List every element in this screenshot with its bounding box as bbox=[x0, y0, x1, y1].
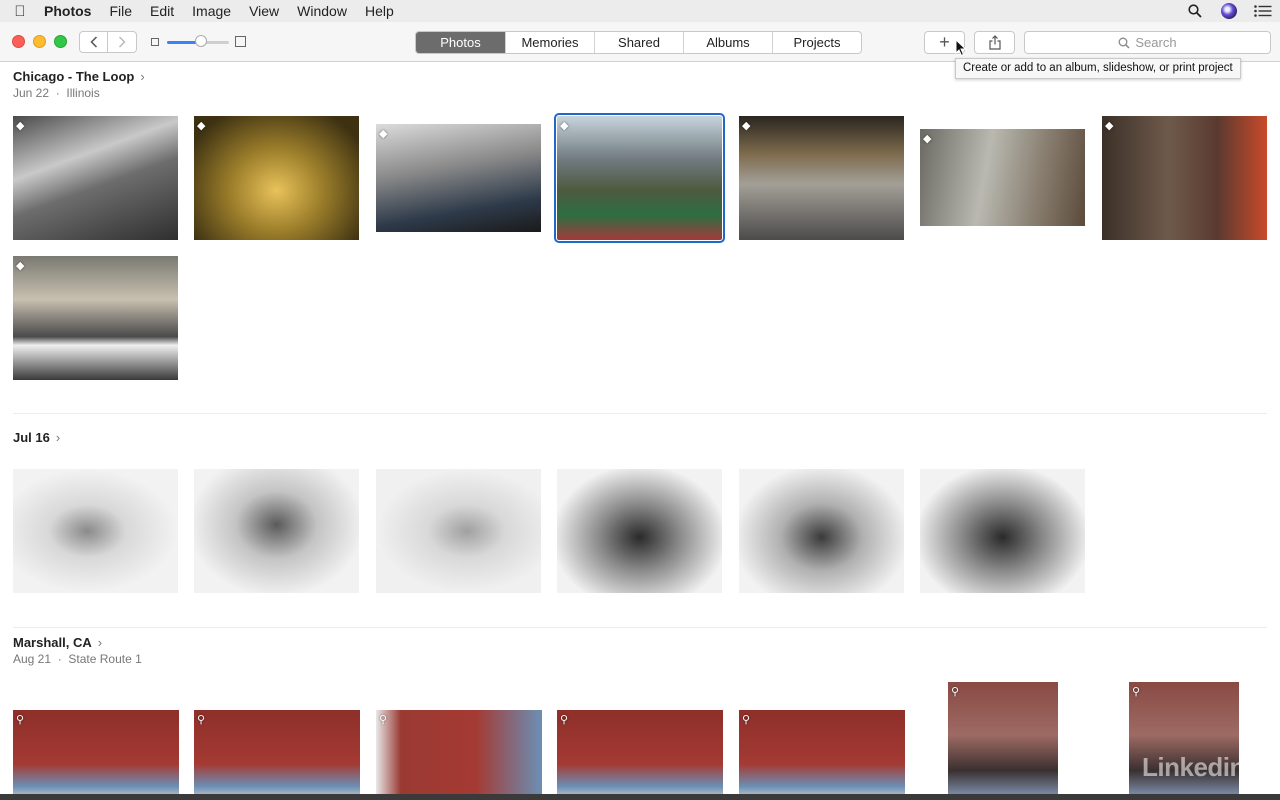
photo-thumbnail[interactable]: ◆ bbox=[739, 116, 904, 240]
photo-thumbnail[interactable]: ◆ bbox=[13, 116, 178, 240]
section-divider bbox=[13, 413, 1267, 414]
menu-bar:  Photos File Edit Image View Window Hel… bbox=[0, 0, 1280, 22]
photo-thumbnail[interactable]: ⚲ bbox=[948, 682, 1058, 794]
favorite-tag-icon: ◆ bbox=[16, 260, 25, 272]
photo-thumbnail[interactable]: ◆ bbox=[194, 116, 359, 240]
slider-knob[interactable] bbox=[195, 35, 208, 47]
large-thumbnail-icon bbox=[235, 36, 246, 47]
favorite-tag-icon: ◆ bbox=[923, 133, 932, 145]
siri-icon[interactable] bbox=[1212, 0, 1246, 22]
photo-thumbnail[interactable] bbox=[13, 469, 178, 593]
back-button[interactable] bbox=[79, 31, 108, 53]
add-button-tooltip: Create or add to an album, slideshow, or… bbox=[955, 58, 1241, 79]
photo-thumbnail[interactable]: ⚲ bbox=[13, 710, 179, 794]
window-bottom-edge bbox=[0, 794, 1280, 800]
photo-thumbnail[interactable]: ◆ bbox=[1102, 116, 1267, 240]
chevron-right-icon bbox=[118, 36, 126, 48]
apple-menu-icon[interactable]:  bbox=[0, 3, 40, 20]
search-input[interactable]: Search bbox=[1024, 31, 1271, 54]
zoom-window-button[interactable] bbox=[54, 35, 67, 48]
section-subtitle-chicago: Jun 22 · Illinois bbox=[13, 86, 100, 100]
location-pin-icon: ⚲ bbox=[197, 714, 206, 726]
menu-window[interactable]: Window bbox=[288, 0, 356, 22]
location-pin-icon: ⚲ bbox=[951, 686, 960, 698]
share-button[interactable] bbox=[974, 31, 1015, 54]
location-pin-icon: ⚲ bbox=[16, 714, 25, 726]
favorite-tag-icon: ◆ bbox=[742, 120, 751, 132]
tab-albums[interactable]: Albums bbox=[683, 32, 772, 53]
photo-thumbnail[interactable]: ⚲ bbox=[557, 710, 723, 794]
linkedin-watermark: Linkedin bbox=[1142, 752, 1245, 782]
plus-icon: + bbox=[939, 32, 950, 52]
photo-thumbnail[interactable]: ⚲ bbox=[376, 710, 542, 794]
menu-image[interactable]: Image bbox=[183, 0, 240, 22]
share-icon bbox=[988, 35, 1001, 50]
favorite-tag-icon: ◆ bbox=[197, 120, 206, 132]
photo-thumbnail[interactable]: ◆ bbox=[920, 129, 1085, 226]
chevron-left-icon bbox=[89, 36, 97, 48]
close-window-button[interactable] bbox=[12, 35, 25, 48]
spotlight-search-icon[interactable] bbox=[1178, 0, 1212, 22]
photo-thumbnail[interactable] bbox=[920, 469, 1085, 593]
chevron-right-icon: › bbox=[140, 69, 145, 84]
location-pin-icon: ⚲ bbox=[1132, 686, 1141, 698]
mouse-cursor-icon bbox=[955, 39, 967, 57]
thumbnail-size-slider[interactable] bbox=[151, 35, 249, 49]
section-subtitle-marshall: Aug 21 · State Route 1 bbox=[13, 652, 142, 666]
menu-file[interactable]: File bbox=[100, 0, 141, 22]
section-divider bbox=[13, 627, 1267, 628]
tab-photos[interactable]: Photos bbox=[416, 32, 505, 53]
minimize-window-button[interactable] bbox=[33, 35, 46, 48]
photo-thumbnail[interactable] bbox=[194, 469, 359, 593]
photo-thumbnail[interactable] bbox=[739, 469, 904, 593]
location-pin-icon: ⚲ bbox=[560, 714, 569, 726]
tab-projects[interactable]: Projects bbox=[772, 32, 861, 53]
photo-thumbnail[interactable] bbox=[557, 469, 722, 593]
search-placeholder: Search bbox=[1135, 35, 1177, 50]
small-thumbnail-icon bbox=[151, 38, 159, 46]
menu-app-name[interactable]: Photos bbox=[40, 0, 100, 22]
favorite-tag-icon: ◆ bbox=[16, 120, 25, 132]
chevron-right-icon: › bbox=[55, 430, 61, 445]
chevron-right-icon: › bbox=[97, 635, 103, 650]
view-tabs: Photos Memories Shared Albums Projects bbox=[415, 31, 862, 54]
search-icon bbox=[1118, 37, 1130, 49]
menu-help[interactable]: Help bbox=[356, 0, 403, 22]
section-title-jul16[interactable]: Jul 16 › bbox=[13, 430, 60, 445]
photo-thumbnail[interactable]: ◆ bbox=[13, 256, 178, 380]
location-pin-icon: ⚲ bbox=[742, 714, 751, 726]
section-title-chicago[interactable]: Chicago - The Loop › bbox=[13, 69, 145, 84]
tab-shared[interactable]: Shared bbox=[594, 32, 683, 53]
favorite-tag-icon: ◆ bbox=[379, 128, 388, 140]
tab-memories[interactable]: Memories bbox=[505, 32, 594, 53]
photo-thumbnail[interactable]: ⚲ bbox=[739, 710, 905, 794]
section-title-marshall[interactable]: Marshall, CA › bbox=[13, 635, 102, 650]
menu-view[interactable]: View bbox=[240, 0, 288, 22]
favorite-tag-icon: ◆ bbox=[1105, 120, 1114, 132]
photo-thumbnail[interactable] bbox=[376, 469, 541, 593]
window-toolbar: Photos Memories Shared Albums Projects +… bbox=[0, 22, 1280, 62]
location-pin-icon: ⚲ bbox=[379, 714, 388, 726]
photo-grid: Chicago - The Loop › Jun 22 · Illinois ◆ … bbox=[0, 63, 1280, 794]
menu-edit[interactable]: Edit bbox=[141, 0, 183, 22]
forward-button[interactable] bbox=[108, 31, 137, 53]
photo-thumbnail-selected[interactable]: ◆ bbox=[554, 113, 725, 243]
photo-thumbnail[interactable]: ◆ bbox=[376, 124, 541, 232]
photo-thumbnail[interactable]: ⚲ bbox=[194, 710, 360, 794]
notification-center-icon[interactable] bbox=[1246, 0, 1280, 22]
favorite-tag-icon: ◆ bbox=[560, 120, 569, 132]
